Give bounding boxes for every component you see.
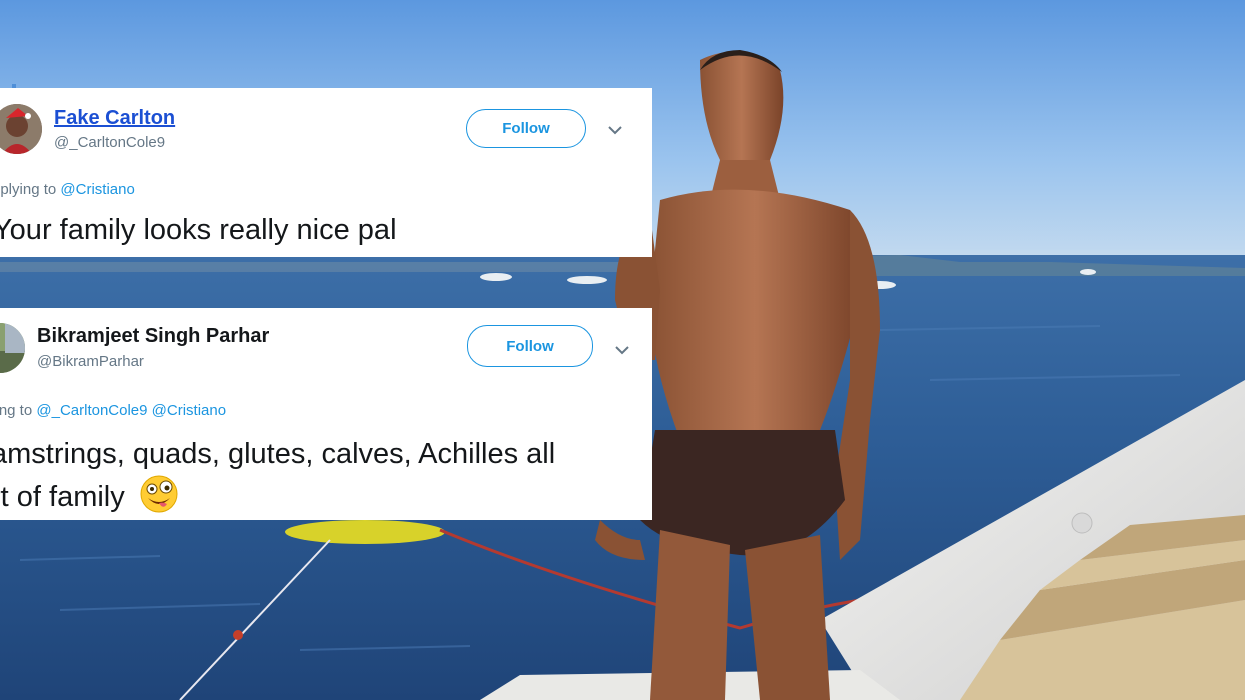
avatar[interactable] [0,104,42,154]
display-name-link[interactable]: Fake Carlton [54,107,175,130]
tweet-text: Your family looks really nice pal [0,214,397,246]
avatar[interactable] [0,323,25,373]
mention-link[interactable]: @Cristiano [60,181,134,198]
tweet-text: amstrings, quads, glutes, calves, Achill… [0,435,555,517]
replying-to-label: ying to [0,402,33,419]
chevron-down-icon[interactable] [614,345,630,355]
replying-to: ying to @_CarltonCole9 @Cristiano [0,402,226,419]
tweet-text-line-content: rt of family [0,481,125,513]
follow-button[interactable]: Follow [466,109,586,148]
tweet-text-line: rt of family [0,474,555,517]
chevron-down-icon[interactable] [607,125,623,135]
follow-button[interactable]: Follow [467,325,593,367]
mention-links[interactable]: @_CarltonCole9 @Cristiano [36,402,226,419]
tweet-card: Bikramjeet Singh Parhar @BikramParhar Fo… [0,308,652,520]
replying-to: eplying to @Cristiano [0,181,135,198]
zany-face-emoji-icon [140,475,178,513]
user-handle: @_CarltonCole9 [54,134,166,151]
display-name[interactable]: Bikramjeet Singh Parhar [37,325,269,348]
user-handle: @BikramParhar [37,353,144,370]
replying-to-label: eplying to [0,181,57,198]
tweet-card: Fake Carlton @_CarltonCole9 Follow eplyi… [0,88,652,257]
tweet-text-line: amstrings, quads, glutes, calves, Achill… [0,438,556,470]
